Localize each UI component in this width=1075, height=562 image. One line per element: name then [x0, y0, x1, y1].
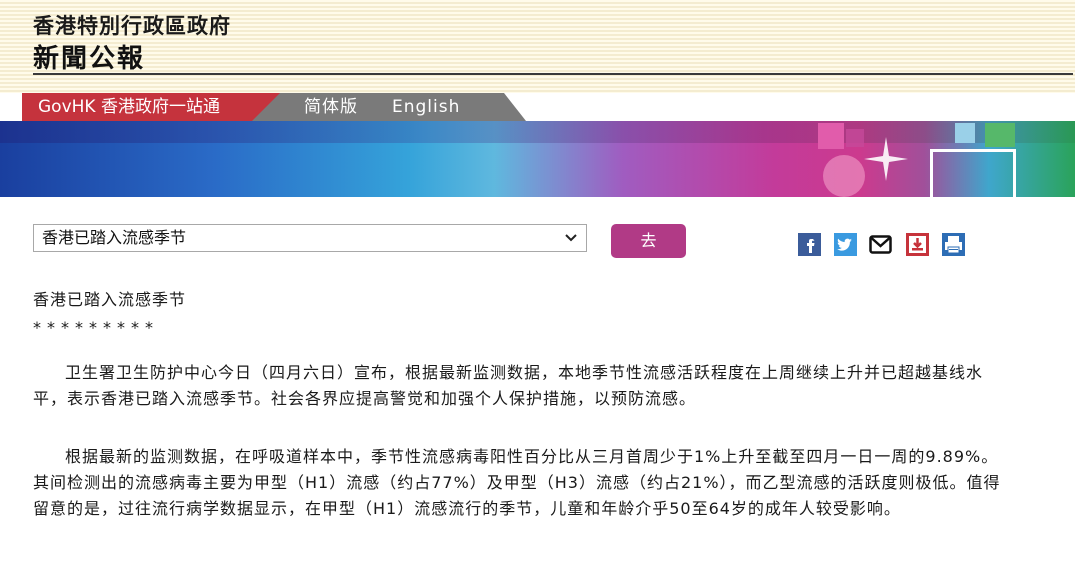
govhk-link[interactable]: GovHK 香港政府一站通 — [22, 93, 252, 121]
banner-frame — [930, 149, 1016, 197]
go-button[interactable]: 去 — [611, 224, 686, 258]
simplified-chinese-link[interactable]: 简体版 — [304, 93, 358, 121]
banner-square — [985, 123, 1015, 147]
article-title: 香港已踏入流感季节 — [33, 290, 187, 309]
govhk-link-edge — [252, 93, 280, 121]
twitter-icon[interactable] — [834, 233, 857, 256]
page-header: 香港特別行政區政府 新聞公報 — [0, 0, 1075, 93]
title-separator: ********* — [33, 318, 159, 337]
language-bar-edge — [504, 93, 526, 121]
language-bar — [252, 93, 504, 121]
header-divider — [33, 73, 1073, 75]
top-navigation: GovHK 香港政府一站通 简体版 English — [0, 93, 1075, 121]
chevron-down-icon — [564, 225, 578, 260]
government-name: 香港特別行政區政府 — [33, 14, 231, 38]
topic-dropdown[interactable]: 香港已踏入流感季节 — [33, 224, 587, 252]
sparkle-icon — [864, 137, 908, 181]
banner-band — [0, 121, 1075, 143]
english-link[interactable]: English — [392, 93, 460, 121]
banner-circle — [823, 155, 865, 197]
banner-image — [0, 121, 1075, 197]
banner-square — [955, 123, 975, 143]
facebook-icon[interactable] — [798, 233, 821, 256]
banner-square — [818, 123, 844, 149]
topic-dropdown-value: 香港已踏入流感季节 — [42, 228, 187, 247]
article-content: 香港已踏入流感季节 ********* 卫生署卫生防护中心今日（四月六日）宣布，… — [33, 288, 1008, 518]
article-paragraph: 根据最新的监测数据，在呼吸道样本中，季节性流感病毒阳性百分比从三月首周少于1%上… — [33, 447, 1001, 518]
publication-name: 新聞公報 — [33, 44, 146, 74]
download-icon[interactable] — [906, 233, 929, 256]
email-icon[interactable] — [869, 233, 892, 256]
print-icon[interactable] — [942, 233, 965, 256]
article-paragraph: 卫生署卫生防护中心今日（四月六日）宣布，根据最新监测数据，本地季节性流感活跃程度… — [33, 363, 984, 408]
